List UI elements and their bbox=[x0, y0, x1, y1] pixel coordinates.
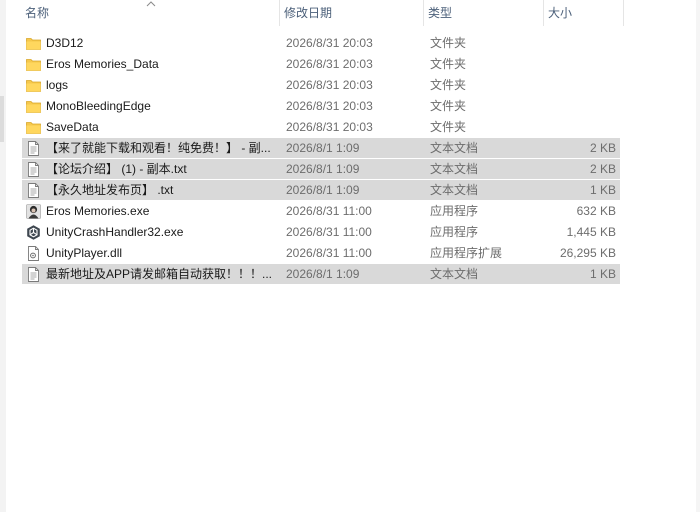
file-list: D3D12 2026/8/31 20:03 文件夹 Eros Memories_Dat… bbox=[22, 33, 620, 285]
file-name: SaveData bbox=[46, 120, 99, 134]
file-size: 2 KB bbox=[589, 141, 616, 155]
folder-icon bbox=[25, 77, 42, 94]
file-row[interactable]: Eros Memories_Data 2026/8/31 20:03 文件夹 bbox=[22, 54, 620, 75]
file-type: 文本文档 bbox=[430, 162, 479, 176]
file-type: 应用程序 bbox=[430, 204, 479, 218]
file-name: UnityPlayer.dll bbox=[46, 246, 123, 260]
navigation-pane-marker bbox=[0, 96, 4, 142]
file-name: UnityCrashHandler32.exe bbox=[46, 225, 184, 239]
file-name: logs bbox=[46, 78, 69, 92]
file-modified: 2026/8/1 1:09 bbox=[286, 141, 360, 155]
text-file-icon bbox=[25, 266, 42, 283]
file-name: 【来了就能下载和观看！纯免费！】 - 副... bbox=[46, 141, 271, 155]
file-row[interactable]: Eros Memories.exe 2026/8/31 11:00 应用程序 632 … bbox=[22, 201, 620, 222]
column-header-bar: 名称 修改日期 类型 大小 bbox=[6, 0, 696, 26]
file-size bbox=[542, 75, 616, 96]
file-type: 文件夹 bbox=[430, 78, 467, 92]
file-row[interactable]: UnityPlayer.dll 2026/8/31 11:00 应用程序扩展 26,2… bbox=[22, 243, 620, 264]
file-modified: 2026/8/31 11:00 bbox=[286, 225, 372, 239]
file-size bbox=[542, 117, 616, 138]
file-size: 632 KB bbox=[576, 204, 616, 218]
file-modified: 2026/8/31 20:03 bbox=[286, 78, 373, 92]
file-size: 2 KB bbox=[589, 162, 616, 176]
file-modified: 2026/8/31 11:00 bbox=[286, 204, 372, 218]
text-file-icon bbox=[25, 182, 42, 199]
file-size: 1,445 KB bbox=[566, 225, 616, 239]
file-row[interactable]: 最新地址及APP请发邮箱自动获取！！！... 2026/8/1 1:09 文本文档 1… bbox=[22, 264, 620, 285]
column-header-size[interactable]: 大小 bbox=[544, 0, 624, 26]
unity-app-icon bbox=[25, 224, 42, 241]
file-modified: 2026/8/31 20:03 bbox=[286, 120, 373, 134]
file-size bbox=[542, 33, 616, 54]
file-row[interactable]: D3D12 2026/8/31 20:03 文件夹 bbox=[22, 33, 620, 54]
file-row[interactable]: 【论坛介绍】 (1) - 副本.txt 2026/8/1 1:09 文本文档 2 KB bbox=[22, 159, 620, 180]
file-modified: 2026/8/31 20:03 bbox=[286, 99, 373, 113]
column-header-name[interactable]: 名称 bbox=[21, 0, 280, 26]
game-app-icon bbox=[25, 203, 42, 220]
column-header-modified[interactable]: 修改日期 bbox=[280, 0, 424, 26]
file-row[interactable]: UnityCrashHandler32.exe 2026/8/31 11:00 应用… bbox=[22, 222, 620, 243]
text-file-icon bbox=[25, 161, 42, 178]
file-row[interactable]: 【来了就能下载和观看！纯免费！】 - 副... 2026/8/1 1:09 文本文档… bbox=[22, 138, 620, 159]
file-name: MonoBleedingEdge bbox=[46, 99, 151, 113]
folder-icon bbox=[25, 56, 42, 73]
file-size bbox=[542, 96, 616, 117]
file-type: 文件夹 bbox=[430, 120, 467, 134]
file-size: 26,295 KB bbox=[559, 246, 616, 260]
file-type: 文件夹 bbox=[430, 99, 467, 113]
file-type: 文本文档 bbox=[430, 267, 479, 281]
file-modified: 2026/8/31 11:00 bbox=[286, 246, 372, 260]
file-size bbox=[542, 54, 616, 75]
file-name: D3D12 bbox=[46, 36, 84, 50]
file-type: 文本文档 bbox=[430, 141, 479, 155]
column-header-type[interactable]: 类型 bbox=[424, 0, 544, 26]
vertical-scrollbar[interactable] bbox=[696, 0, 700, 512]
file-name: 最新地址及APP请发邮箱自动获取！！！... bbox=[46, 267, 273, 281]
file-row[interactable]: SaveData 2026/8/31 20:03 文件夹 bbox=[22, 117, 620, 138]
dll-file-icon bbox=[25, 245, 42, 262]
file-type: 文本文档 bbox=[430, 183, 479, 197]
file-type: 应用程序 bbox=[430, 225, 479, 239]
file-modified: 2026/8/1 1:09 bbox=[286, 162, 360, 176]
file-size: 1 KB bbox=[589, 267, 616, 281]
text-file-icon bbox=[25, 140, 42, 157]
file-type: 文件夹 bbox=[430, 57, 467, 71]
folder-icon bbox=[25, 119, 42, 136]
file-name: Eros Memories_Data bbox=[46, 57, 159, 71]
navigation-pane-edge bbox=[0, 0, 6, 512]
file-type: 应用程序扩展 bbox=[430, 246, 503, 260]
file-name: 【永久地址发布页】 .txt bbox=[46, 183, 174, 197]
file-name: Eros Memories.exe bbox=[46, 204, 150, 218]
file-modified: 2026/8/31 20:03 bbox=[286, 57, 373, 71]
file-modified: 2026/8/31 20:03 bbox=[286, 36, 373, 50]
file-row[interactable]: logs 2026/8/31 20:03 文件夹 bbox=[22, 75, 620, 96]
file-name: 【论坛介绍】 (1) - 副本.txt bbox=[46, 162, 187, 176]
folder-icon bbox=[25, 35, 42, 52]
file-row[interactable]: MonoBleedingEdge 2026/8/31 20:03 文件夹 bbox=[22, 96, 620, 117]
file-modified: 2026/8/1 1:09 bbox=[286, 183, 360, 197]
file-size: 1 KB bbox=[589, 183, 616, 197]
file-modified: 2026/8/1 1:09 bbox=[286, 267, 360, 281]
file-type: 文件夹 bbox=[430, 36, 467, 50]
folder-icon bbox=[25, 98, 42, 115]
file-row[interactable]: 【永久地址发布页】 .txt 2026/8/1 1:09 文本文档 1 KB bbox=[22, 180, 620, 201]
